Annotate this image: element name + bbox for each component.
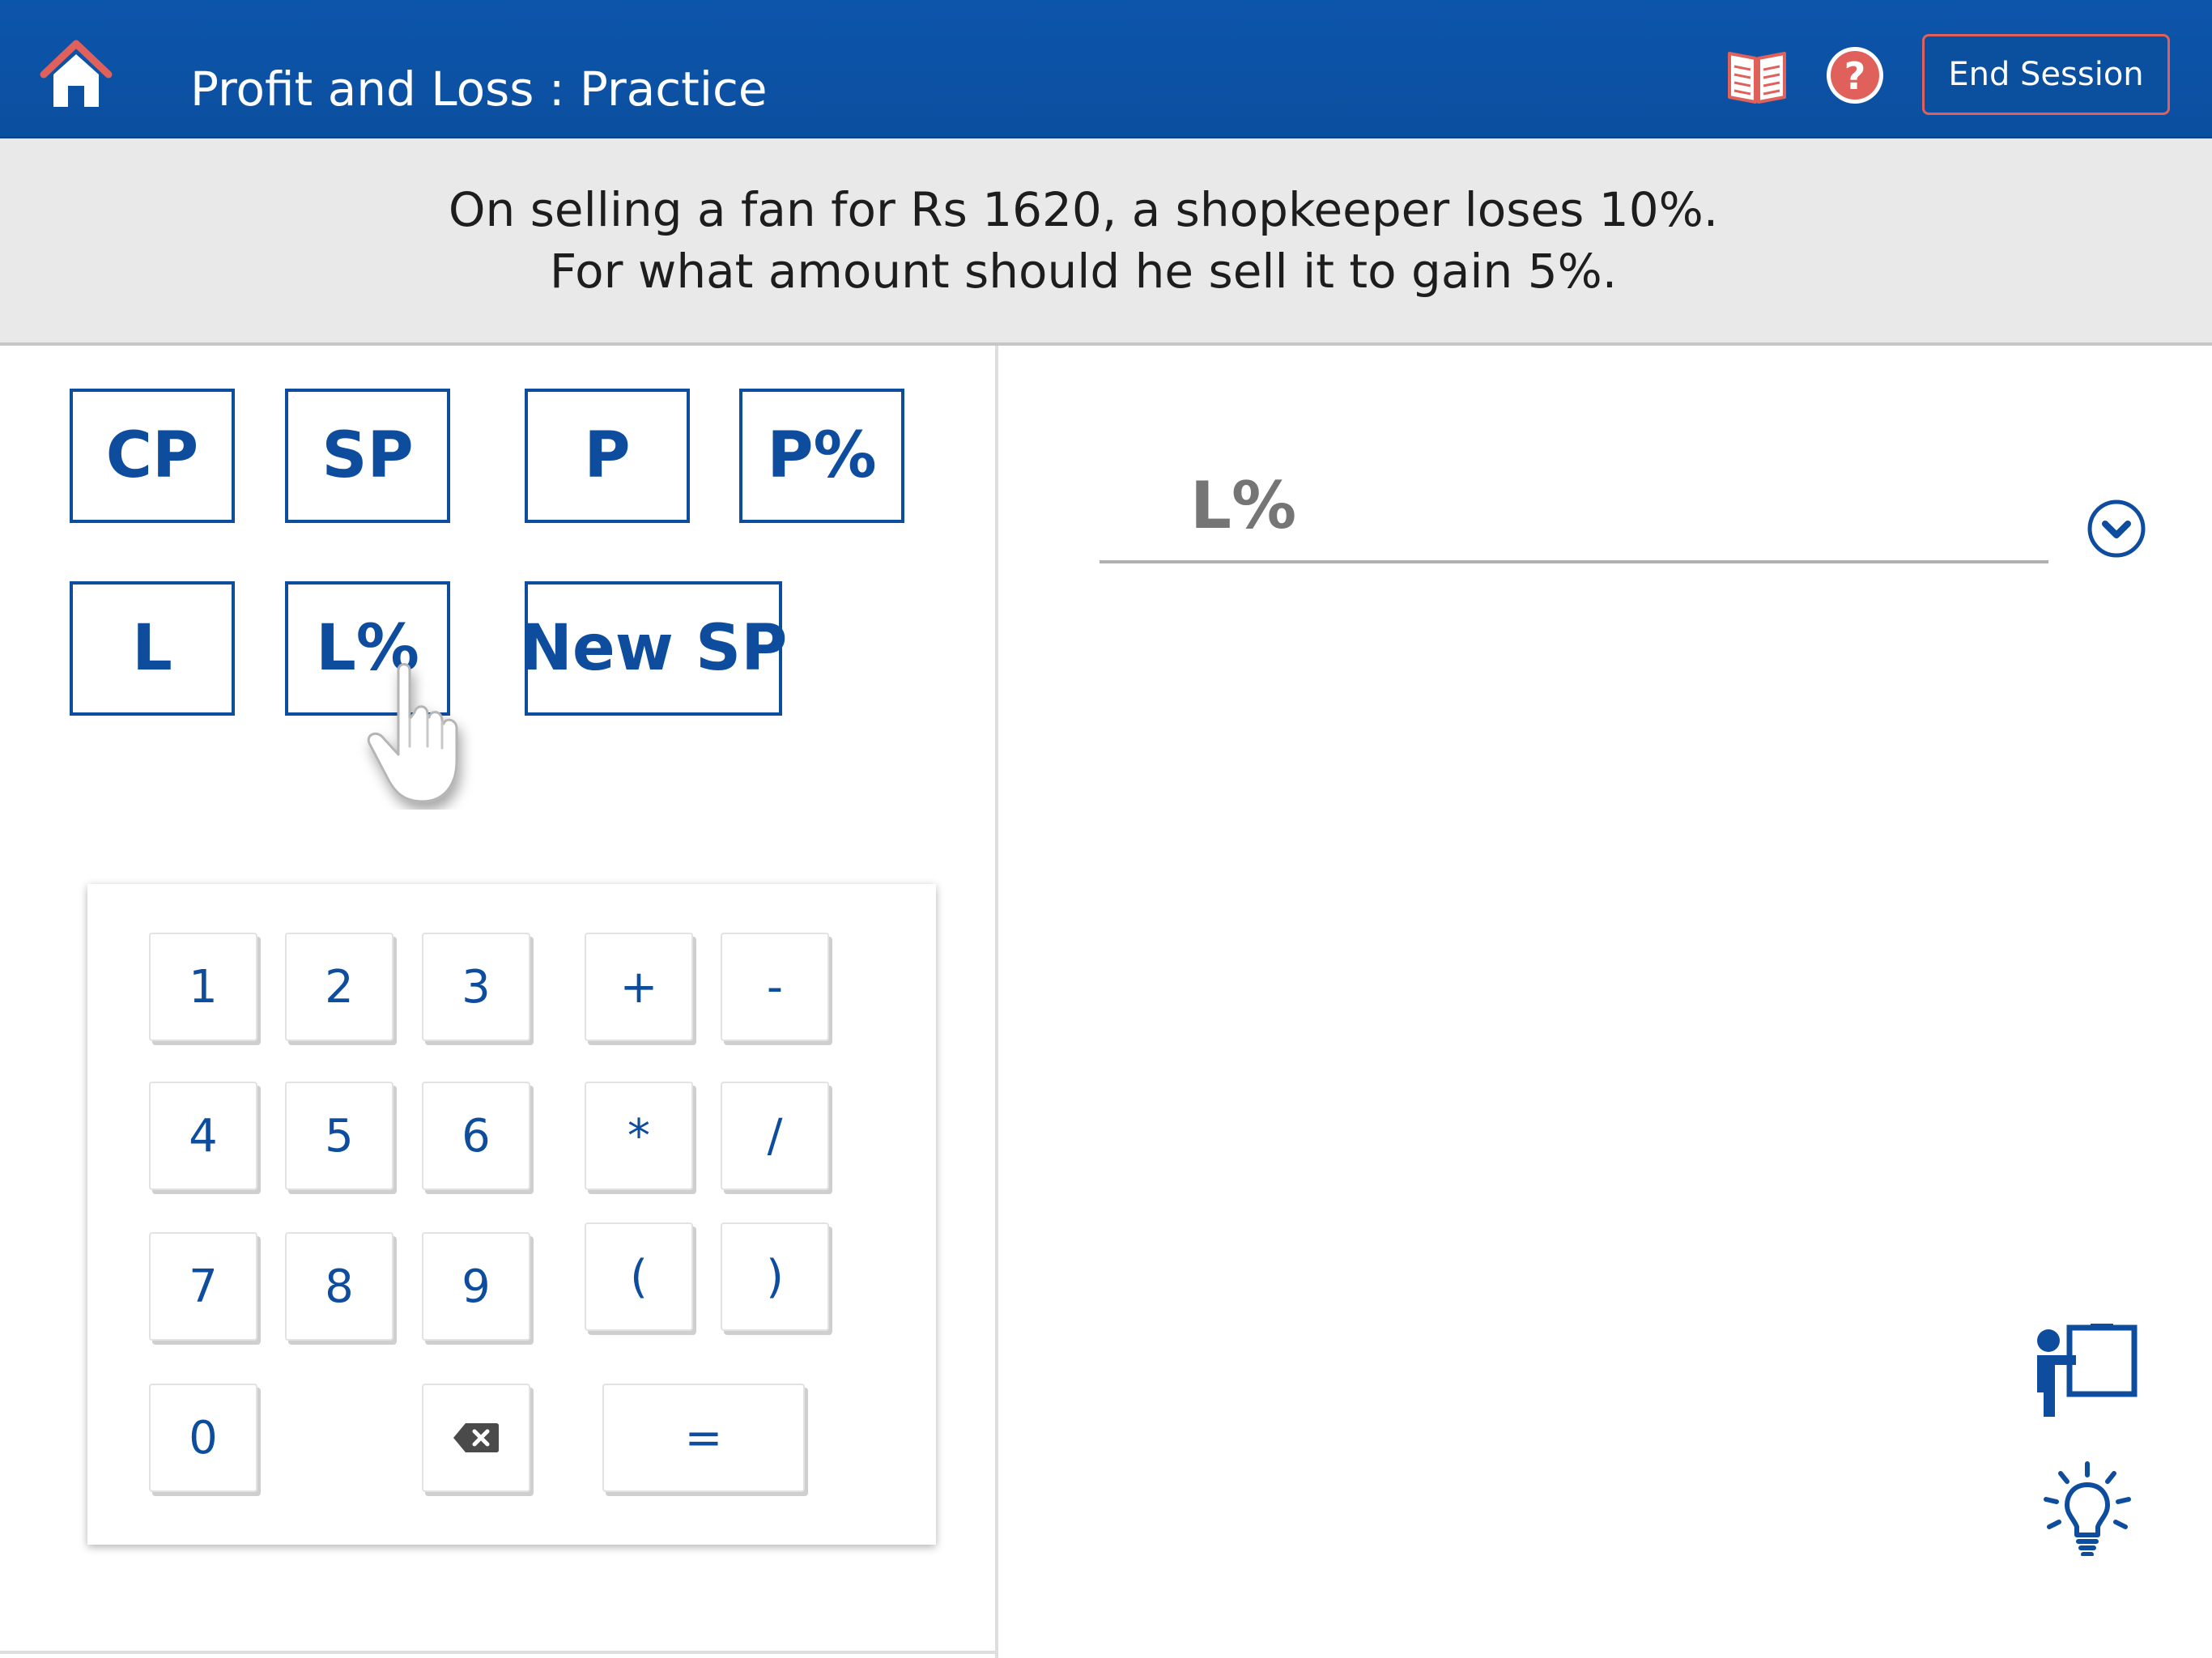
key-close-paren[interactable]: ) [721,1222,829,1331]
key-3[interactable]: 3 [422,933,530,1041]
key-1[interactable]: 1 [149,933,257,1041]
question-panel: On selling a fan for Rs 1620, a shopkeep… [0,138,2212,346]
key-8[interactable]: 8 [285,1232,393,1341]
answer-field [1100,450,2048,567]
page-title: Profit and Loss : Practice [190,62,768,117]
question-text-line-1: On selling a fan for Rs 1620, a shopkeep… [448,182,1719,237]
l-button[interactable]: L [70,581,235,716]
key-multiply[interactable]: * [585,1082,693,1190]
backspace-key[interactable] [422,1384,530,1492]
chevron-down-icon [2087,500,2146,558]
book-icon [1728,52,1786,104]
home-icon [40,40,113,107]
book-button[interactable] [1725,45,1789,105]
help-icon: ? [1827,47,1883,104]
key-equals[interactable]: = [602,1384,805,1492]
left-panel-bottom-border [0,1651,997,1654]
top-bar: Profit and Loss : Practice ? End Session [0,0,2212,138]
l-percent-button[interactable]: L% [285,581,450,716]
key-open-paren[interactable]: ( [585,1222,693,1331]
lightbulb-icon [2044,1461,2131,1557]
backspace-icon [453,1423,499,1452]
p-percent-button[interactable]: P% [739,389,904,523]
question-text-line-2: For what amount should he sell it to gai… [549,244,1618,299]
key-6[interactable]: 6 [422,1082,530,1190]
key-0[interactable]: 0 [149,1384,257,1492]
help-button[interactable]: ? [1824,45,1886,106]
calculator-keypad: 1 2 3 + - 4 5 6 * / 7 8 9 ( ) 0 = [87,884,936,1545]
hint-button[interactable] [2043,1460,2132,1557]
cp-button[interactable]: CP [70,389,235,523]
key-9[interactable]: 9 [422,1232,530,1341]
svg-text:?: ? [1844,54,1866,98]
end-session-button[interactable]: End Session [1922,34,2170,115]
key-minus[interactable]: - [721,933,829,1041]
home-button[interactable] [39,39,113,112]
key-4[interactable]: 4 [149,1082,257,1190]
key-divide[interactable]: / [721,1082,829,1190]
new-sp-button[interactable]: New SP [520,581,787,716]
teacher-board-icon [2037,1324,2138,1417]
sp-button[interactable]: SP [285,389,450,523]
key-5[interactable]: 5 [285,1082,393,1190]
answer-dropdown-button[interactable] [2086,498,2147,559]
key-2[interactable]: 2 [285,933,393,1041]
key-7[interactable]: 7 [149,1232,257,1341]
answer-input[interactable] [1100,450,2048,563]
teacher-button[interactable] [2031,1323,2141,1417]
key-plus[interactable]: + [585,933,693,1041]
panel-divider [995,346,998,1658]
p-button[interactable]: P [525,389,690,523]
